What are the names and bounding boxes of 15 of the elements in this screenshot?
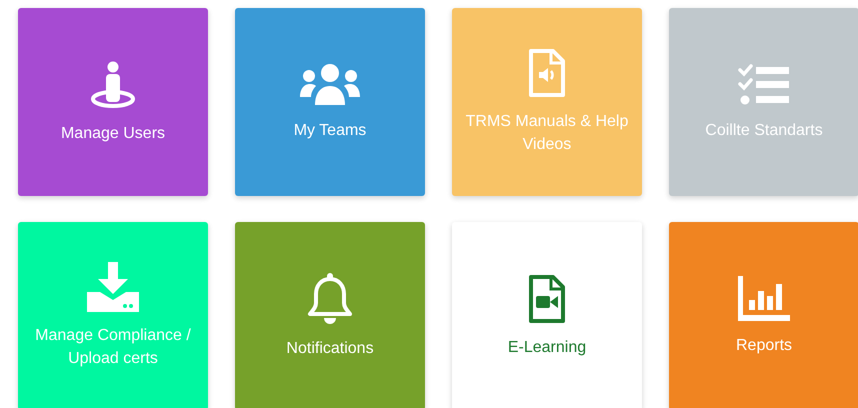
video-file-icon [528, 274, 566, 324]
menu-tile[interactable]: TRMS Manuals & Help Videos [452, 8, 642, 196]
person-icon [88, 60, 138, 110]
menu-tile[interactable]: My Teams [235, 8, 425, 196]
menu-tile[interactable]: E-Learning [452, 222, 642, 408]
group-icon [299, 62, 361, 106]
menu-tile[interactable]: Coillte Standarts [669, 8, 858, 196]
checklist-icon [738, 62, 790, 106]
menu-tile[interactable]: Reports [669, 222, 858, 408]
download-icon [87, 262, 139, 312]
bar-chart-icon [738, 276, 790, 322]
menu-tile[interactable]: Manage Users [18, 8, 208, 196]
bell-icon [307, 272, 353, 324]
audio-file-icon [528, 48, 566, 98]
menu-tile[interactable]: Notifications [235, 222, 425, 408]
